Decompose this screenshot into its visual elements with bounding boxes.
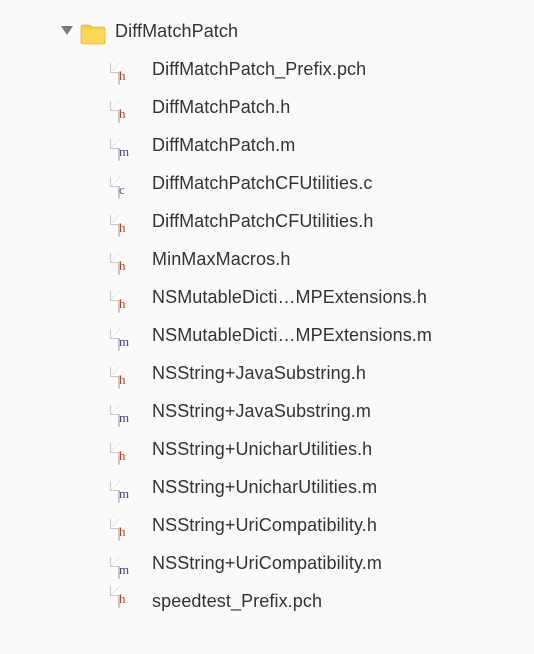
header-file-icon: h	[118, 245, 142, 273]
implementation-file-icon: m	[118, 473, 142, 501]
file-label: DiffMatchPatch_Prefix.pch	[152, 50, 366, 88]
file-label: NSString+JavaSubstring.m	[152, 392, 371, 430]
text-file-icon	[88, 0, 112, 7]
file-label: NSString+UnicharUtilities.h	[152, 430, 372, 468]
file-row[interactable]: h NSMutableDicti…MPExtensions.h	[0, 278, 534, 316]
file-row[interactable]: c DiffMatchPatchCFUtilities.c	[0, 164, 534, 202]
file-label: MinMaxMacros.h	[152, 240, 290, 278]
file-label: NSString+UnicharUtilities.m	[152, 468, 377, 506]
file-row[interactable]: h NSString+UnicharUtilities.h	[0, 430, 534, 468]
file-label: NSString+JavaSubstring.h	[152, 354, 366, 392]
header-file-icon: h	[118, 435, 142, 463]
file-row[interactable]: h NSString+UriCompatibility.h	[0, 506, 534, 544]
file-row[interactable]: h speedtest_Prefix.pch	[0, 582, 534, 616]
file-label: DiffMatchPatchCFUtilities.h	[152, 202, 373, 240]
header-file-icon: h	[118, 55, 142, 83]
implementation-file-icon: m	[118, 321, 142, 349]
header-file-icon: h	[118, 359, 142, 387]
header-file-icon: h	[118, 587, 142, 615]
file-label: text3.txt	[122, 0, 186, 4]
file-label: DiffMatchPatch.h	[152, 88, 290, 126]
file-row[interactable]: h DiffMatchPatchCFUtilities.h	[0, 202, 534, 240]
file-row[interactable]: h DiffMatchPatch_Prefix.pch	[0, 50, 534, 88]
folder-row[interactable]: DiffMatchPatch	[0, 12, 534, 50]
file-tree: text3.txt DiffMatchPatch h DiffMatchPatc…	[0, 0, 534, 616]
header-file-icon: h	[118, 207, 142, 235]
implementation-file-icon: m	[118, 397, 142, 425]
header-file-icon: h	[118, 511, 142, 539]
disclosure-triangle-icon[interactable]	[60, 24, 74, 38]
file-row[interactable]: m NSMutableDicti…MPExtensions.m	[0, 316, 534, 354]
header-file-icon: h	[118, 283, 142, 311]
file-label: DiffMatchPatch.m	[152, 126, 295, 164]
header-file-icon: h	[118, 93, 142, 121]
file-label: NSString+UriCompatibility.m	[152, 544, 382, 582]
file-row[interactable]: m NSString+JavaSubstring.m	[0, 392, 534, 430]
file-label: NSMutableDicti…MPExtensions.h	[152, 278, 427, 316]
implementation-file-icon: m	[118, 549, 142, 577]
file-row[interactable]: m NSString+UriCompatibility.m	[0, 544, 534, 582]
file-row[interactable]: text3.txt	[0, 0, 534, 12]
file-row[interactable]: h MinMaxMacros.h	[0, 240, 534, 278]
implementation-file-icon: m	[118, 131, 142, 159]
folder-label: DiffMatchPatch	[115, 12, 238, 50]
file-label: NSMutableDicti…MPExtensions.m	[152, 316, 432, 354]
file-label: speedtest_Prefix.pch	[152, 591, 322, 612]
file-row[interactable]: m NSString+UnicharUtilities.m	[0, 468, 534, 506]
file-row[interactable]: m DiffMatchPatch.m	[0, 126, 534, 164]
file-label: NSString+UriCompatibility.h	[152, 506, 377, 544]
file-row[interactable]: h DiffMatchPatch.h	[0, 88, 534, 126]
folder-icon	[80, 20, 106, 42]
c-file-icon: c	[118, 169, 142, 197]
file-row[interactable]: h NSString+JavaSubstring.h	[0, 354, 534, 392]
file-label: DiffMatchPatchCFUtilities.c	[152, 164, 372, 202]
